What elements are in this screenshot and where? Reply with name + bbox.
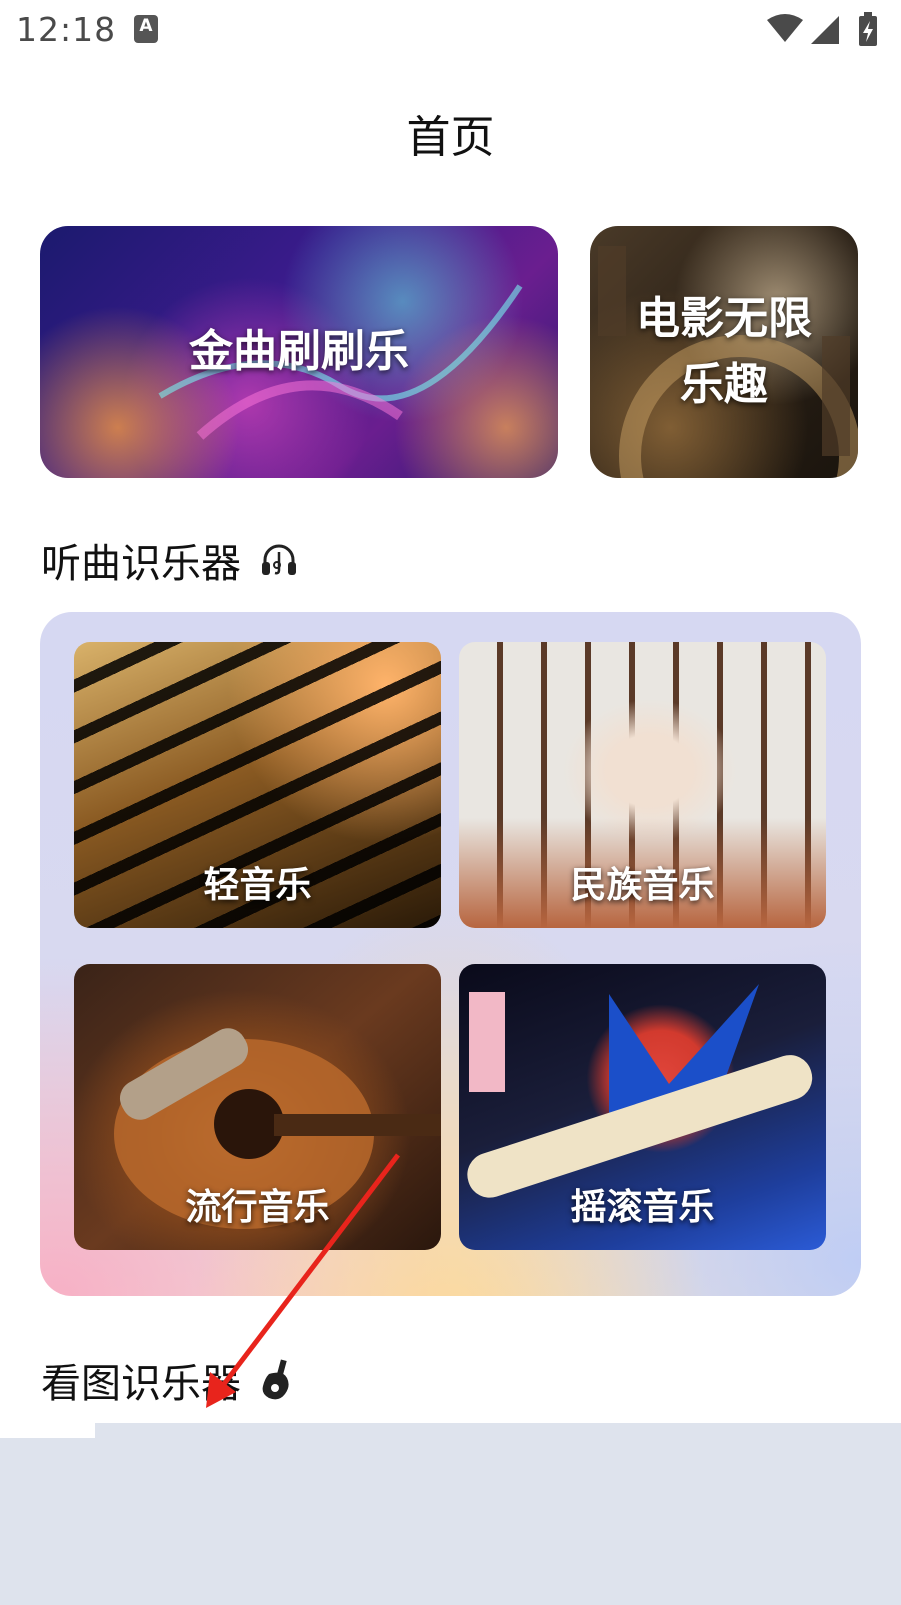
banner-movie-fun-line2: 乐趣 [680,359,768,410]
banner-hit-songs[interactable]: 金曲刷刷乐 [40,226,558,478]
category-rock-music[interactable]: 摇滚音乐 [459,964,826,1250]
signal-icon [811,16,839,44]
bottom-overlay-lower [0,1438,901,1605]
category-folk-music-label: 民族音乐 [570,865,715,906]
wifi-icon [767,14,803,42]
category-light-music[interactable]: 轻音乐 [74,642,441,928]
instrument-category-panel: 轻音乐 民族音乐 流行音乐 摇滚音乐 [40,612,861,1296]
section-listen-header: 听曲识乐器 [41,531,299,589]
section-image-title: 看图识乐器 [41,1361,241,1407]
banner-movie-fun-line1: 电影无限 [636,293,812,344]
category-light-music-label: 轻音乐 [203,865,312,906]
headphones-icon [262,544,296,575]
category-pop-music[interactable]: 流行音乐 [74,964,441,1250]
section-image-header: 看图识乐器 [41,1351,295,1409]
battery-charging-icon [859,12,877,46]
status-time: 12:18 [16,10,117,49]
banner-movie-fun[interactable]: 电影无限 乐趣 [590,226,858,478]
status-bar: 12:18 A [0,0,901,62]
category-pop-music-label: 流行音乐 [185,1187,330,1228]
banner-hit-songs-label: 金曲刷刷乐 [189,326,409,377]
banner-movie-fun-label: 电影无限 乐趣 [636,286,812,418]
category-rock-music-label: 摇滚音乐 [570,1187,715,1228]
category-folk-music[interactable]: 民族音乐 [459,642,826,928]
guitar-icon [262,1359,289,1400]
text-input-icon: A [134,15,158,43]
status-icons [763,12,891,48]
page-title: 首页 [406,112,495,163]
section-listen-title: 听曲识乐器 [41,541,241,587]
